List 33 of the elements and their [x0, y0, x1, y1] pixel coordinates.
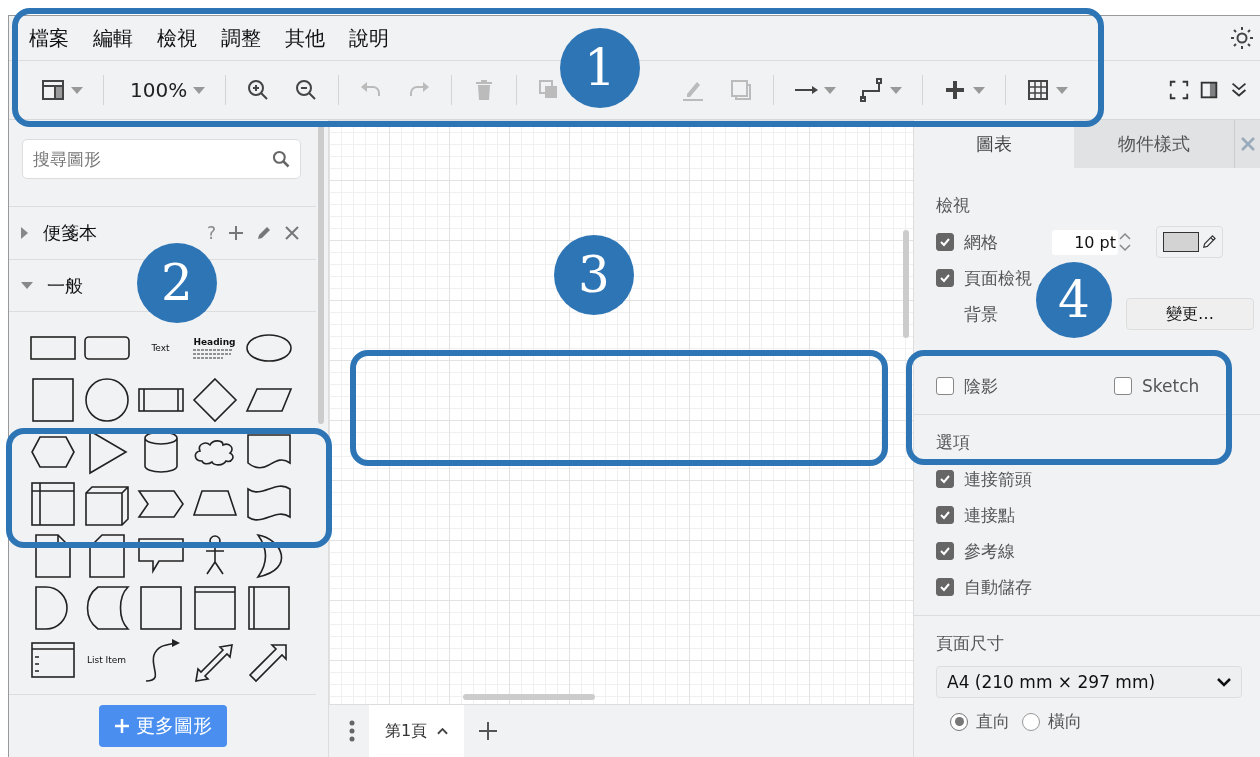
menu-item[interactable]: 說明 [349, 24, 389, 52]
checkbox-label: 陰影 [964, 374, 999, 398]
radio-label: 直向 [976, 710, 1010, 733]
checkbox-label: Sketch [1142, 376, 1200, 396]
menu-item[interactable]: 調整 [221, 24, 261, 52]
checkbox-label: 自動儲存 [964, 575, 1032, 599]
paper-size-select[interactable]: A4 (210 mm × 297 mm) [936, 666, 1242, 698]
page-tab[interactable]: 第1頁 [369, 705, 465, 757]
checkbox-label: 連接箭頭 [964, 467, 1032, 491]
radio-label: 橫向 [1048, 710, 1082, 733]
background-label: 背景 [964, 302, 999, 326]
text-shape[interactable]: Text [151, 343, 170, 354]
section-title: 頁面尺寸 [936, 631, 1005, 655]
text-shape[interactable]: List Item [86, 655, 127, 666]
checkbox-label: 網格 [964, 230, 998, 254]
section-title: 一般 [47, 273, 83, 298]
section-title: 選項 [936, 430, 971, 454]
section-title: 檢視 [936, 193, 971, 217]
zoom-level[interactable]: 100% [124, 78, 188, 102]
panel-tab[interactable]: 物件樣式 [1074, 120, 1234, 168]
search-field[interactable]: 搜尋圖形 [22, 139, 301, 179]
checkbox-label: 參考線 [964, 539, 1015, 563]
menu-item[interactable]: 檢視 [157, 24, 197, 52]
change-button[interactable]: 變更… [1126, 298, 1254, 330]
heading-shape[interactable]: Heading [193, 336, 236, 360]
heading-text: Heading [193, 336, 236, 347]
section-title: 便箋本 [43, 220, 97, 245]
checkbox-label: 連接點 [964, 503, 1015, 527]
menu-item[interactable]: 其他 [285, 24, 325, 52]
checkbox-label: 頁面檢視 [964, 266, 1032, 290]
menu-item[interactable]: 檔案 [29, 24, 69, 52]
grid-size-field[interactable]: 10 pt [1052, 229, 1118, 255]
menu-item[interactable]: 編輯 [93, 24, 133, 52]
